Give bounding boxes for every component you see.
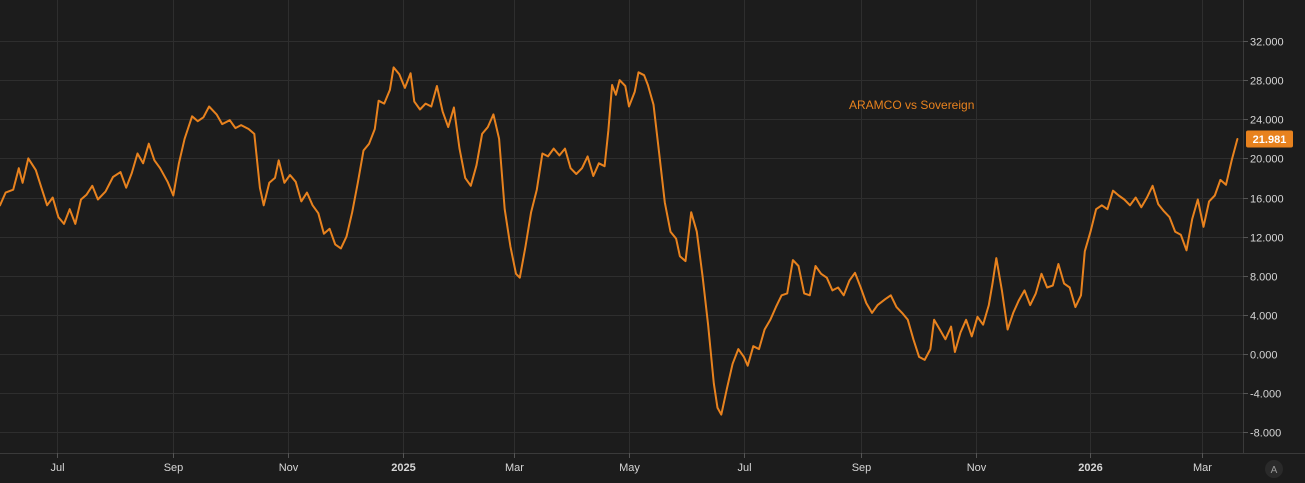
chart-background (0, 0, 1305, 483)
y-tick-label: 24.000 (1250, 115, 1284, 127)
y-tick-label: -4.000 (1250, 389, 1281, 401)
y-tick-label: 4.000 (1250, 311, 1278, 323)
legend-label: ARAMCO vs Sovereign (849, 98, 974, 112)
auto-scale-button[interactable]: A (1265, 460, 1283, 478)
y-tick-label: -8.000 (1250, 428, 1281, 440)
chart[interactable]: 32.000 28.000 24.000 20.000 16.000 12.000 8.00… (0, 0, 1305, 483)
x-tick-label: Mar (1193, 462, 1212, 474)
x-tick-label: Mar (505, 462, 524, 474)
last-value-label: 21.981 (1246, 130, 1293, 148)
last-value-text: 21.981 (1253, 134, 1287, 146)
x-tick-label: Jul (50, 462, 64, 474)
y-tick-label: 20.000 (1250, 154, 1284, 166)
x-tick-label: May (619, 462, 640, 474)
auto-scale-label[interactable]: A (1271, 465, 1278, 476)
y-tick-label: 12.000 (1250, 233, 1284, 245)
x-tick-label: Jul (737, 462, 751, 474)
y-tick-label: 0.000 (1250, 350, 1278, 362)
y-tick-label: 28.000 (1250, 76, 1284, 88)
y-tick-label: 8.000 (1250, 272, 1278, 284)
x-tick-label: 2026 (1078, 462, 1102, 474)
x-tick-label: Nov (967, 462, 987, 474)
x-tick-label: 2025 (391, 462, 415, 474)
x-tick-label: Sep (164, 462, 184, 474)
y-tick-label: 32.000 (1250, 37, 1284, 49)
x-tick-label: Nov (279, 462, 299, 474)
y-tick-label: 16.000 (1250, 194, 1284, 206)
x-tick-label: Sep (852, 462, 872, 474)
